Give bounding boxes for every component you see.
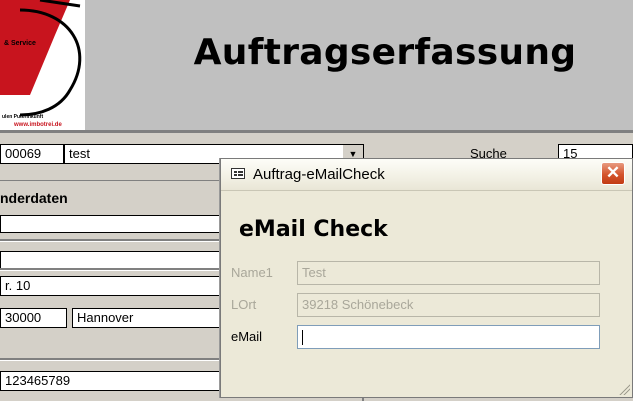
email-label: eMail <box>231 329 263 344</box>
logo-text-1: & Service <box>4 40 36 47</box>
separator-2 <box>0 268 222 271</box>
city-field[interactable]: Hannover <box>72 308 222 328</box>
company-logo: & Service ulen Puterinkunft www.imbotrei… <box>0 0 85 130</box>
lort-field: 39218 Schönebeck <box>297 293 600 317</box>
section-label: nderdaten <box>0 190 68 206</box>
street-field[interactable]: r. 10 <box>0 276 222 296</box>
lort-label: LOrt <box>231 297 257 312</box>
record-id-field[interactable]: 00069 <box>0 144 64 164</box>
name1-label: Name1 <box>231 265 273 280</box>
zip-field[interactable]: 30000 <box>0 308 67 328</box>
phone-field[interactable]: 123465789 <box>0 371 222 391</box>
customer-field-1[interactable] <box>0 215 222 233</box>
name1-field: Test <box>297 261 600 285</box>
dialog-title: Auftrag-eMailCheck <box>253 166 385 183</box>
resize-grip-icon[interactable] <box>618 383 630 395</box>
page-title: Auftragserfassung <box>193 32 577 73</box>
close-button[interactable]: ✕ <box>601 162 625 185</box>
logo-text-2: ulen Puterinkunft <box>2 114 44 120</box>
email-input[interactable] <box>297 325 600 349</box>
close-icon: ✕ <box>605 163 621 182</box>
logo-url: www.imbotrei.de <box>14 122 62 128</box>
name1-value: Test <box>302 265 326 280</box>
logo-graphic <box>0 0 85 130</box>
form-icon <box>231 168 245 179</box>
customer-field-2[interactable] <box>0 251 222 269</box>
lort-value: 39218 Schönebeck <box>302 297 414 312</box>
dialog-heading: eMail Check <box>239 217 388 242</box>
header-divider <box>0 130 633 133</box>
email-check-dialog: Auftrag-eMailCheck ✕ eMail Check Name1 T… <box>220 158 633 398</box>
separator-3 <box>0 358 222 361</box>
customer-section-header: nderdaten <box>0 180 220 213</box>
separator-1 <box>0 239 222 242</box>
text-cursor <box>302 330 303 346</box>
dialog-titlebar[interactable]: Auftrag-eMailCheck ✕ <box>221 159 632 191</box>
record-name-value: test <box>69 146 90 161</box>
